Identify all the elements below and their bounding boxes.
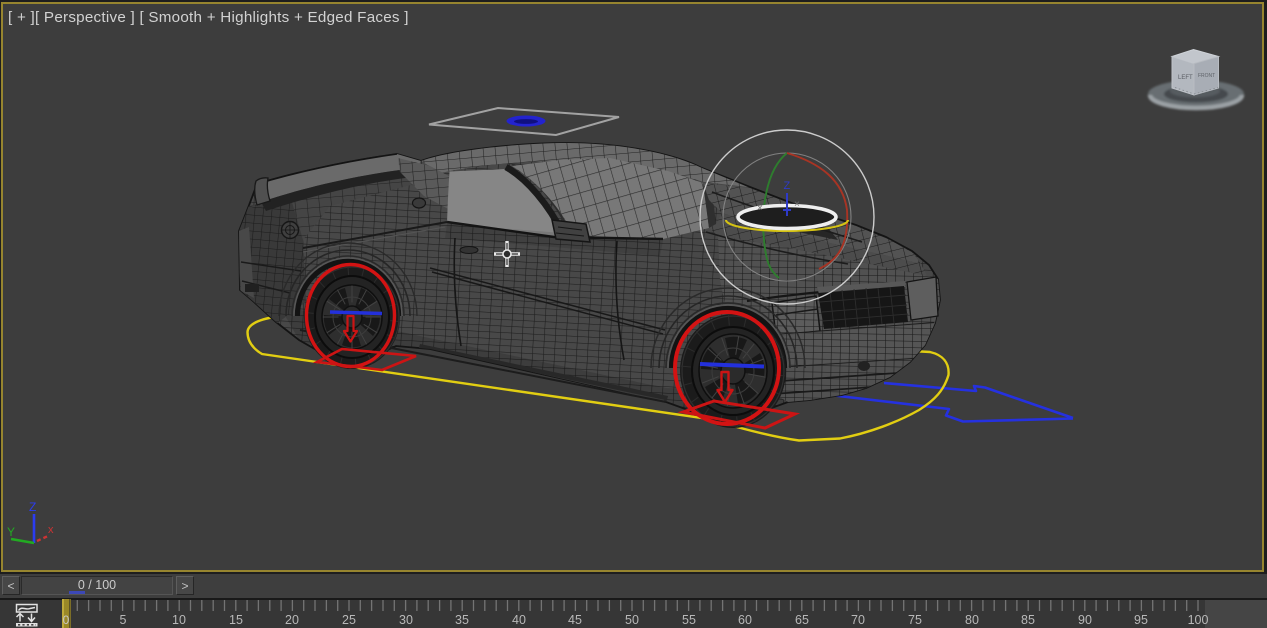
svg-text:Y: Y: [7, 525, 15, 539]
svg-text:x: x: [48, 524, 54, 536]
svg-text:90: 90: [1078, 613, 1092, 627]
svg-text:50: 50: [625, 613, 639, 627]
svg-text:65: 65: [795, 613, 809, 627]
svg-text:100: 100: [1188, 613, 1209, 627]
svg-text:30: 30: [399, 613, 413, 627]
svg-text:80: 80: [965, 613, 979, 627]
svg-text:5: 5: [120, 613, 127, 627]
svg-text:15: 15: [229, 613, 243, 627]
svg-text:40: 40: [512, 613, 526, 627]
svg-text:20: 20: [285, 613, 299, 627]
svg-text:45: 45: [568, 613, 582, 627]
svg-text:75: 75: [908, 613, 922, 627]
svg-text:Z: Z: [29, 500, 36, 514]
svg-text:35: 35: [455, 613, 469, 627]
svg-text:60: 60: [738, 613, 752, 627]
svg-text:70: 70: [851, 613, 865, 627]
svg-text:×: ×: [757, 203, 763, 214]
svg-text:0: 0: [63, 613, 70, 627]
svg-text:25: 25: [342, 613, 356, 627]
svg-text:55: 55: [682, 613, 696, 627]
svg-text:95: 95: [1134, 613, 1148, 627]
svg-text:85: 85: [1021, 613, 1035, 627]
svg-text:Z: Z: [784, 180, 791, 192]
svg-text:FRONT: FRONT: [1198, 73, 1215, 79]
svg-text:10: 10: [172, 613, 186, 627]
svg-text:×: ×: [794, 199, 800, 210]
svg-text:LEFT: LEFT: [1178, 75, 1193, 81]
